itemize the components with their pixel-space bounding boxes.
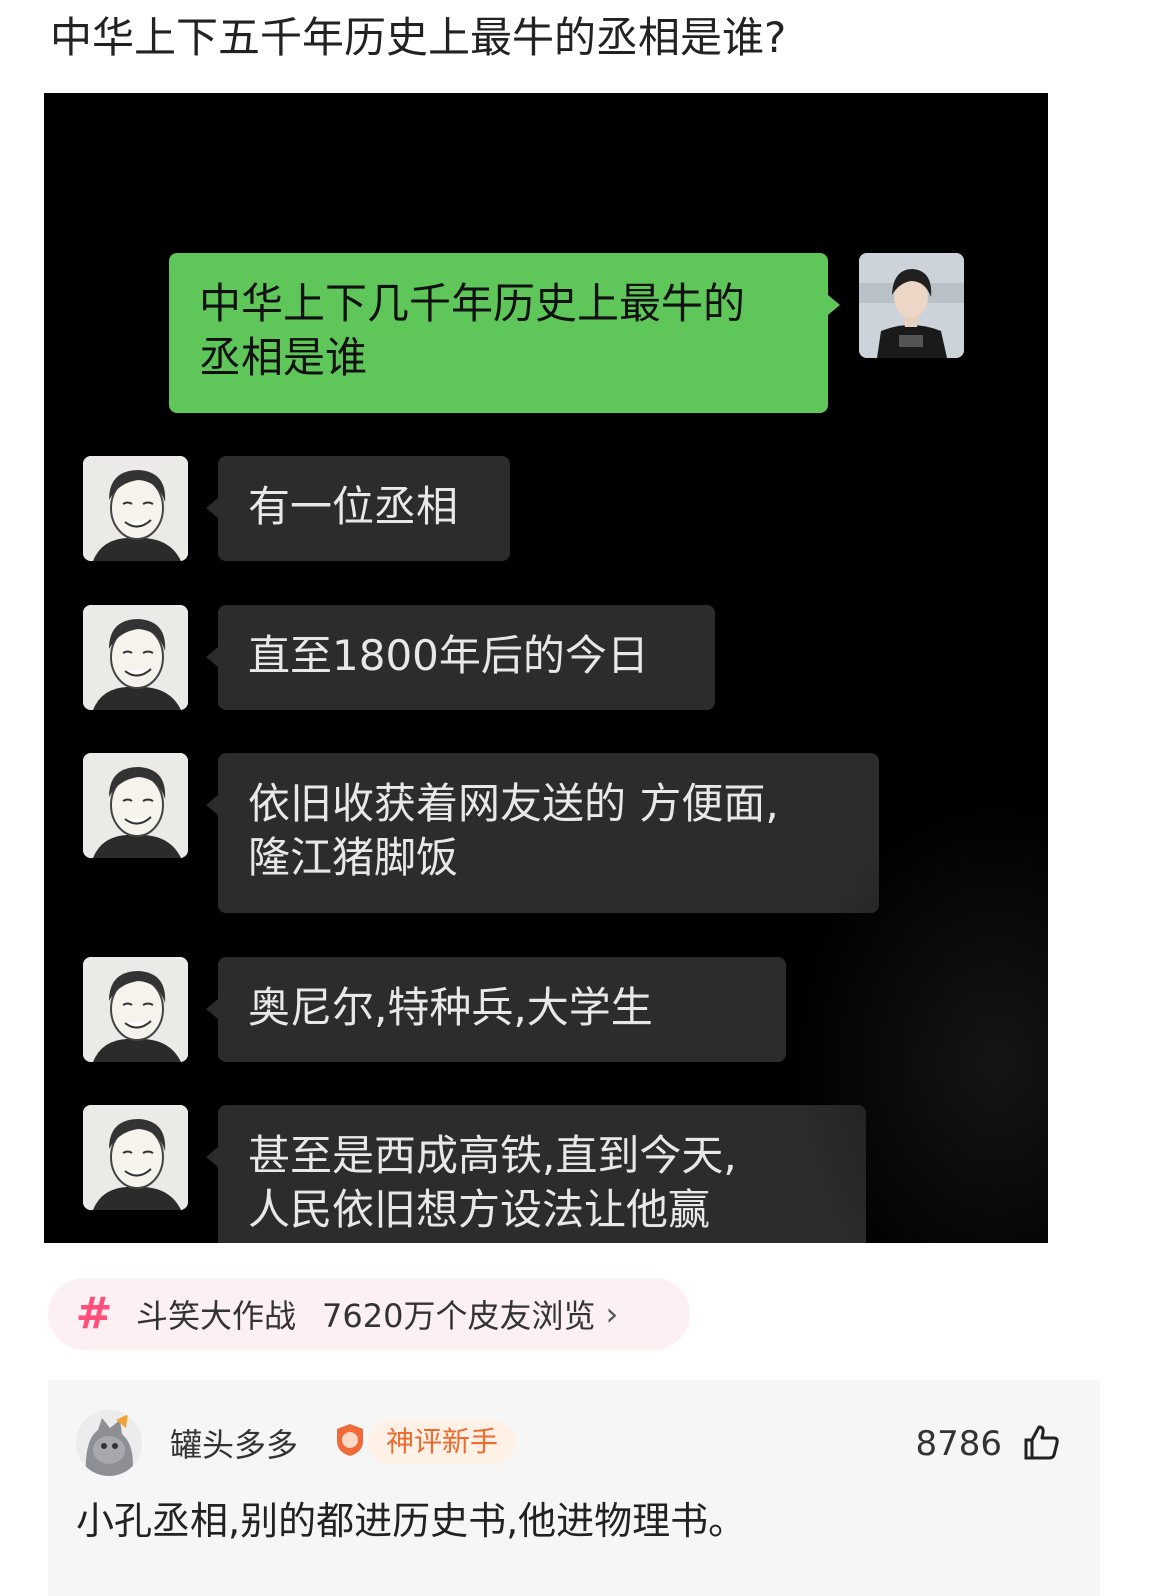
chevron-right-icon: › — [605, 1295, 619, 1333]
sent-message-line: 丞相是谁 — [199, 333, 368, 382]
friend-avatar — [83, 1105, 188, 1210]
sent-message-line: 中华上下几千年历史上最牛的 — [199, 279, 746, 328]
thumbs-up-icon[interactable] — [1022, 1424, 1060, 1462]
badge-medal-icon — [337, 1424, 363, 1456]
commenter-badge: 神评新手 — [368, 1420, 517, 1464]
received-message-bubble: 奥尼尔,特种兵,大学生 — [206, 957, 786, 1062]
received-message-bubble: 甚至是西成高铁,直到今天, 人民依旧想方设法让他赢 — [206, 1105, 866, 1243]
post-title: 中华上下五千年历史上最牛的丞相是谁? — [50, 13, 787, 62]
sender-avatar — [859, 253, 964, 358]
message-line: 有一位丞相 — [248, 482, 459, 531]
received-message-bubble: 直至1800年后的今日 — [206, 605, 715, 710]
sent-message-bubble: 中华上下几千年历史上最牛的 丞相是谁 — [169, 253, 840, 413]
received-message-bubble: 有一位丞相 — [206, 456, 510, 561]
commenter-avatar[interactable] — [76, 1410, 142, 1476]
message-line: 依旧收获着网友送的 方便面, — [248, 779, 779, 828]
topic-view-count: 7620万个皮友浏览 — [322, 1297, 596, 1335]
friend-avatar — [83, 456, 188, 561]
hashtag-icon: # — [75, 1288, 113, 1339]
commenter-username[interactable]: 罐头多多 — [170, 1420, 298, 1466]
top-comment: 罐头多多 神评新手 8786 小孔丞相,别的都进历史书,他进物理书。 — [48, 1380, 1100, 1596]
friend-avatar — [83, 605, 188, 710]
message-line: 隆江猪脚饭 — [248, 833, 459, 882]
message-line: 直至1800年后的今日 — [248, 631, 649, 680]
friend-avatar — [83, 753, 188, 858]
chat-screenshot-image[interactable]: 中华上下几千年历史上最牛的 丞相是谁 有一位丞相 直至1800年后的今日 依旧收… — [44, 93, 1048, 1243]
topic-tag[interactable]: # 斗笑大作战 7620万个皮友浏览 › — [48, 1278, 690, 1350]
message-line: 奥尼尔,特种兵,大学生 — [248, 983, 653, 1032]
topic-name: 斗笑大作战 — [136, 1297, 297, 1335]
message-line: 甚至是西成高铁,直到今天, — [248, 1131, 737, 1180]
comment-text: 小孔丞相,别的都进历史书,他进物理书。 — [76, 1499, 747, 1543]
like-count: 8786 — [915, 1424, 1002, 1464]
received-message-bubble: 依旧收获着网友送的 方便面, 隆江猪脚饭 — [206, 753, 879, 913]
message-line: 人民依旧想方设法让他赢 — [248, 1185, 711, 1234]
friend-avatar — [83, 957, 188, 1062]
